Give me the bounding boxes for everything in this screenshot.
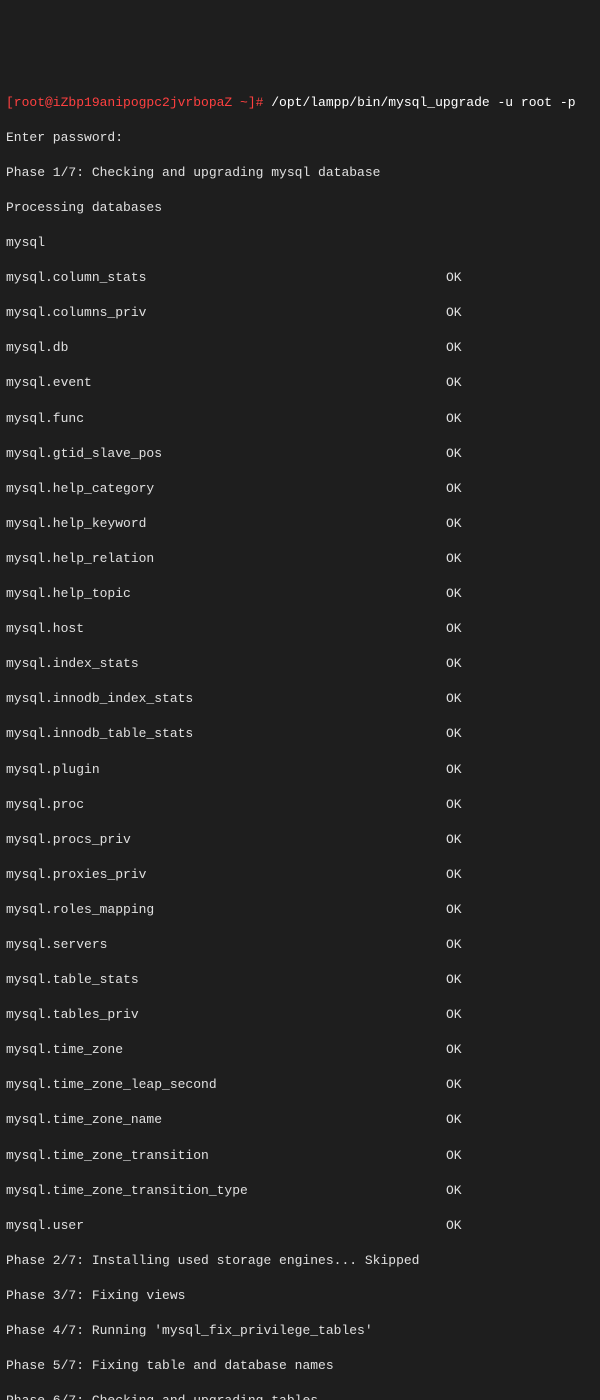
table-name: mysql.help_topic [6,585,446,603]
table-name: mysql.db [6,339,446,357]
status-ok: OK [446,1182,462,1200]
status-ok: OK [446,515,462,533]
table-row: mysql.time_zone_leap_secondOK [6,1076,594,1094]
table-name: mysql.table_stats [6,971,446,989]
table-row: mysql.userOK [6,1217,594,1235]
table-row: mysql.column_statsOK [6,269,594,287]
table-row: mysql.funcOK [6,410,594,428]
table-name: mysql.help_category [6,480,446,498]
table-row: mysql.gtid_slave_posOK [6,445,594,463]
table-name: mysql.proxies_priv [6,866,446,884]
table-name: mysql.host [6,620,446,638]
table-row: mysql.index_statsOK [6,655,594,673]
output-line: Phase 5/7: Fixing table and database nam… [6,1357,594,1375]
table-row: mysql.innodb_table_statsOK [6,725,594,743]
status-ok: OK [446,585,462,603]
table-row: mysql.columns_privOK [6,304,594,322]
table-name: mysql.proc [6,796,446,814]
prompt-user-host: [root@iZbp19anipogpc2jvrbopaZ ~]# [6,95,271,110]
table-name: mysql.time_zone_transition [6,1147,446,1165]
status-ok: OK [446,866,462,884]
table-row: mysql.help_topicOK [6,585,594,603]
status-ok: OK [446,374,462,392]
status-ok: OK [446,339,462,357]
table-name: mysql.user [6,1217,446,1235]
status-ok: OK [446,1147,462,1165]
table-row: mysql.help_relationOK [6,550,594,568]
status-ok: OK [446,1076,462,1094]
table-row: mysql.time_zone_nameOK [6,1111,594,1129]
table-name: mysql.help_relation [6,550,446,568]
table-row: mysql.tables_privOK [6,1006,594,1024]
status-ok: OK [446,901,462,919]
status-ok: OK [446,1217,462,1235]
table-name: mysql.roles_mapping [6,901,446,919]
status-ok: OK [446,761,462,779]
status-ok: OK [446,410,462,428]
prompt-line: [root@iZbp19anipogpc2jvrbopaZ ~]# /opt/l… [6,94,594,112]
table-name: mysql.func [6,410,446,428]
status-ok: OK [446,725,462,743]
table-name: mysql.event [6,374,446,392]
table-row: mysql.procs_privOK [6,831,594,849]
table-name: mysql.servers [6,936,446,954]
status-ok: OK [446,1111,462,1129]
status-ok: OK [446,550,462,568]
status-ok: OK [446,1006,462,1024]
output-line: Enter password: [6,129,594,147]
table-row: mysql.eventOK [6,374,594,392]
table-name: mysql.innodb_table_stats [6,725,446,743]
table-row: mysql.table_statsOK [6,971,594,989]
table-row: mysql.help_keywordOK [6,515,594,533]
status-ok: OK [446,269,462,287]
output-line: Phase 3/7: Fixing views [6,1287,594,1305]
table-row: mysql.time_zone_transitionOK [6,1147,594,1165]
table-row: mysql.time_zoneOK [6,1041,594,1059]
status-ok: OK [446,796,462,814]
table-name: mysql.plugin [6,761,446,779]
output-line: Phase 6/7: Checking and upgrading tables [6,1392,594,1400]
table-row: mysql.serversOK [6,936,594,954]
table-name: mysql.procs_priv [6,831,446,849]
status-ok: OK [446,480,462,498]
table-name: mysql.time_zone_transition_type [6,1182,446,1200]
output-line: mysql [6,234,594,252]
status-ok: OK [446,620,462,638]
table-name: mysql.time_zone [6,1041,446,1059]
table-name: mysql.innodb_index_stats [6,690,446,708]
status-ok: OK [446,831,462,849]
status-ok: OK [446,655,462,673]
table-row: mysql.dbOK [6,339,594,357]
table-name: mysql.time_zone_name [6,1111,446,1129]
table-name: mysql.help_keyword [6,515,446,533]
table-row: mysql.innodb_index_statsOK [6,690,594,708]
table-row: mysql.roles_mappingOK [6,901,594,919]
table-row: mysql.proxies_privOK [6,866,594,884]
table-row: mysql.procOK [6,796,594,814]
output-line: Phase 2/7: Installing used storage engin… [6,1252,594,1270]
status-ok: OK [446,690,462,708]
terminal-output: [root@iZbp19anipogpc2jvrbopaZ ~]# /opt/l… [6,76,594,1400]
table-row: mysql.help_categoryOK [6,480,594,498]
status-ok: OK [446,971,462,989]
table-name: mysql.time_zone_leap_second [6,1076,446,1094]
table-name: mysql.index_stats [6,655,446,673]
prompt-command: /opt/lampp/bin/mysql_upgrade -u root -p [271,95,575,110]
table-name: mysql.tables_priv [6,1006,446,1024]
table-row: mysql.time_zone_transition_typeOK [6,1182,594,1200]
table-name: mysql.columns_priv [6,304,446,322]
table-row: mysql.hostOK [6,620,594,638]
table-name: mysql.column_stats [6,269,446,287]
output-line: Phase 4/7: Running 'mysql_fix_privilege_… [6,1322,594,1340]
output-line: Phase 1/7: Checking and upgrading mysql … [6,164,594,182]
status-ok: OK [446,445,462,463]
status-ok: OK [446,1041,462,1059]
output-line: Processing databases [6,199,594,217]
status-ok: OK [446,936,462,954]
table-name: mysql.gtid_slave_pos [6,445,446,463]
status-ok: OK [446,304,462,322]
table-row: mysql.pluginOK [6,761,594,779]
